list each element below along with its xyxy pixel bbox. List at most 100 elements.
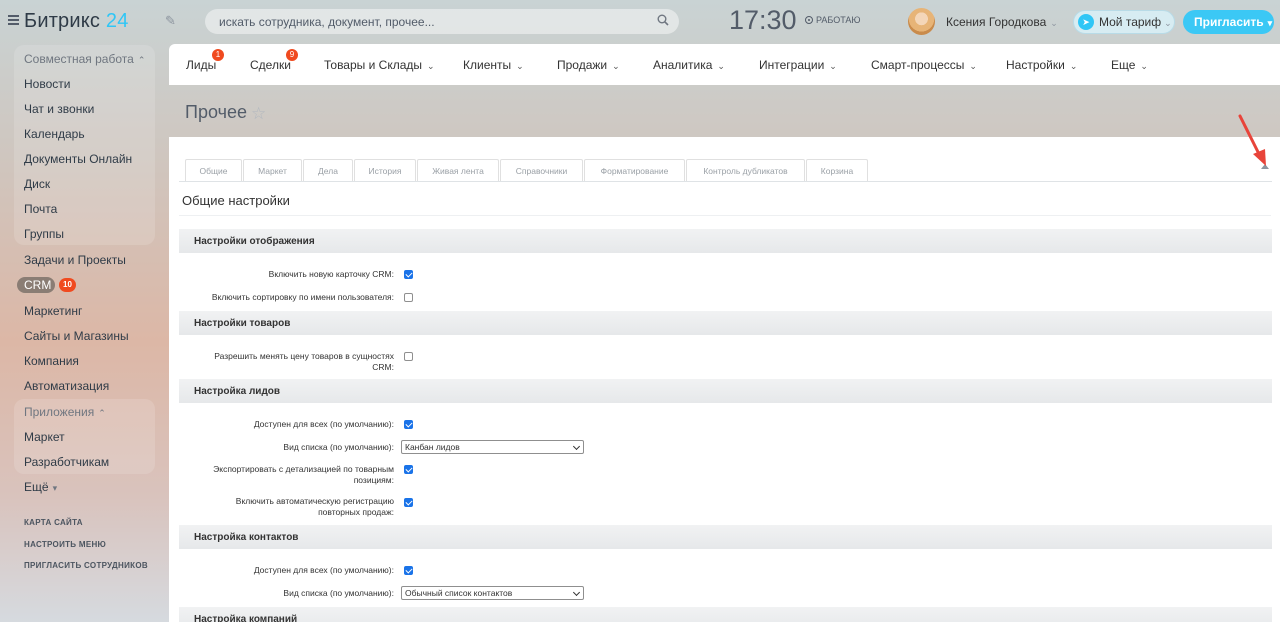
contacts-available-checkbox[interactable] [404, 566, 413, 575]
nav-label: Аналитика [653, 58, 713, 72]
chevron-down-icon [572, 588, 581, 597]
nav-more[interactable]: Еще ⌄ [1111, 58, 1148, 72]
tab-activities[interactable]: Дела [303, 159, 353, 181]
search-placeholder: искать сотрудника, документ, прочее... [219, 15, 435, 29]
sidebar-item-sites[interactable]: Сайты и Магазины [24, 329, 129, 343]
option-label-line: CRM: [372, 362, 394, 372]
invite-employees-link[interactable]: ПРИГЛАСИТЬ СОТРУДНИКОВ [24, 561, 148, 570]
option-label: Вид списка (по умолчанию): [283, 588, 394, 598]
nav-sales[interactable]: Продажи ⌄ [557, 58, 620, 72]
clock[interactable]: 17:30 [729, 5, 797, 36]
nav-clients[interactable]: Клиенты ⌄ [463, 58, 524, 72]
option-label-line: повторных продаж: [318, 507, 394, 517]
option-label: Включить новую карточку CRM: [268, 269, 394, 279]
option-label-line: Экспортировать с детализацией по товарны… [213, 464, 394, 474]
tabs-divider [179, 181, 1272, 182]
nav-label: Интеграции [759, 58, 825, 72]
tariff-label: Мой тариф [1099, 15, 1162, 29]
invite-button[interactable]: Пригласить ▾ [1183, 10, 1274, 34]
sidebar-group-collab[interactable]: Совместная работа ⌃ [24, 52, 145, 66]
allow-price-change-checkbox[interactable] [404, 352, 413, 361]
sidebar-item-market[interactable]: Маркет [24, 430, 65, 444]
new-card-checkbox[interactable] [404, 270, 413, 279]
tab-market[interactable]: Маркет [243, 159, 302, 181]
sidebar-item-chat[interactable]: Чат и звонки [24, 102, 94, 116]
sidebar-item-crm[interactable]: CRM [17, 277, 55, 293]
crm-navigation: Лиды 1 Сделки 9 Товары и Склады ⌄ Клиенты… [169, 44, 1280, 85]
chevron-down-icon: ▾ [52, 483, 58, 493]
group-company-settings: Настройка компаний [179, 607, 1272, 622]
tab-formatting[interactable]: Форматирование [584, 159, 685, 181]
sidebar-group-label: Совместная работа [24, 52, 134, 66]
sidebar-item-mail[interactable]: Почта [24, 202, 57, 216]
sidebar-item-tasks[interactable]: Задачи и Проекты [24, 253, 126, 267]
nav-leads[interactable]: Лиды 1 [186, 49, 224, 72]
deals-badge: 9 [286, 49, 298, 61]
option-label: Включить сортировку по имени пользовател… [211, 292, 394, 302]
search-input[interactable]: искать сотрудника, документ, прочее... [205, 9, 679, 34]
nav-smart-processes[interactable]: Смарт-процессы ⌄ [871, 58, 977, 72]
sidebar-item-news[interactable]: Новости [24, 77, 70, 91]
export-detail-checkbox[interactable] [404, 465, 413, 474]
option-label: Разрешить менять цену товаров в сущностя… [214, 351, 394, 373]
sidebar-more-label: Ещё [24, 480, 49, 494]
chevron-down-icon: ⌄ [1140, 61, 1148, 71]
sidebar-item-more[interactable]: Ещё ▾ [24, 480, 57, 494]
sidebar-item-documents[interactable]: Документы Онлайн [24, 152, 132, 166]
nav-deals[interactable]: Сделки 9 [250, 49, 298, 72]
chevron-down-icon: ⌄ [1164, 18, 1172, 28]
nav-integrations[interactable]: Интеграции ⌄ [759, 58, 837, 72]
sidebar-item-disk[interactable]: Диск [24, 177, 50, 191]
option-label-line: Разрешить менять цену товаров в сущностя… [214, 351, 394, 361]
work-status[interactable]: РАБОТАЮ [805, 15, 861, 25]
group-contact-settings: Настройка контактов [179, 525, 1272, 549]
nav-label: Клиенты [463, 58, 512, 72]
sidebar-item-marketing[interactable]: Маркетинг [24, 304, 82, 318]
tab-general[interactable]: Общие [185, 159, 242, 181]
tab-live-feed[interactable]: Живая лента [417, 159, 499, 181]
option-label: Доступен для всех (по умолчанию): [253, 565, 394, 575]
sidebar-item-groups[interactable]: Группы [24, 227, 64, 241]
configure-menu-link[interactable]: НАСТРОИТЬ МЕНЮ [24, 540, 106, 549]
search-icon[interactable] [657, 14, 669, 26]
menu-icon[interactable] [8, 15, 19, 25]
section-title: Общие настройки [182, 193, 290, 208]
pencil-icon[interactable]: ✎ [165, 13, 176, 29]
chevron-down-icon: ⌄ [829, 61, 837, 71]
nav-settings[interactable]: Настройки ⌄ [1006, 58, 1077, 72]
settings-panel: Общие Маркет Дела История Живая лента Сп… [169, 137, 1280, 622]
auto-registration-checkbox[interactable] [404, 498, 413, 507]
sidebar-item-developers[interactable]: Разработчикам [24, 455, 109, 469]
chevron-down-icon: ⌄ [427, 61, 435, 71]
sidebar-item-company[interactable]: Компания [24, 354, 79, 368]
star-icon[interactable]: ☆ [251, 104, 266, 124]
tab-recycle-bin[interactable]: Корзина [806, 159, 868, 181]
sidebar-item-calendar[interactable]: Календарь [24, 127, 85, 141]
sort-by-name-checkbox[interactable] [404, 293, 413, 302]
tariff-button[interactable]: ➤ Мой тариф ⌄ [1073, 10, 1175, 34]
chevron-down-icon [572, 442, 581, 451]
divider [179, 215, 1271, 216]
leads-list-view-select[interactable]: Канбан лидов [401, 440, 584, 454]
tab-history[interactable]: История [354, 159, 416, 181]
sidebar-item-automation[interactable]: Автоматизация [24, 379, 109, 393]
tab-duplicates[interactable]: Контроль дубликатов [686, 159, 805, 181]
option-label: Доступен для всех (по умолчанию): [253, 419, 394, 429]
nav-label: Продажи [557, 58, 608, 72]
site-map-link[interactable]: КАРТА САЙТА [24, 518, 83, 527]
tab-directories[interactable]: Справочники [500, 159, 583, 181]
nav-products[interactable]: Товары и Склады ⌄ [324, 58, 435, 72]
contacts-list-view-select[interactable]: Обычный список контактов [401, 586, 584, 600]
sidebar-group-apps[interactable]: Приложения ⌃ [24, 405, 106, 419]
logo[interactable]: Битрикс 24 [24, 10, 129, 33]
option-label-line: позициям: [353, 475, 394, 485]
status-icon [805, 16, 813, 24]
group-product-settings: Настройки товаров [179, 311, 1272, 335]
user-menu[interactable]: Ксения Городкова ⌄ [946, 15, 1058, 29]
crm-count-badge: 10 [59, 278, 76, 292]
nav-analytics[interactable]: Аналитика ⌄ [653, 58, 725, 72]
avatar[interactable] [908, 8, 935, 35]
chevron-down-icon: ⌄ [1069, 61, 1078, 71]
leads-available-checkbox[interactable] [404, 420, 413, 429]
chevron-down-icon: ⌄ [516, 61, 524, 71]
